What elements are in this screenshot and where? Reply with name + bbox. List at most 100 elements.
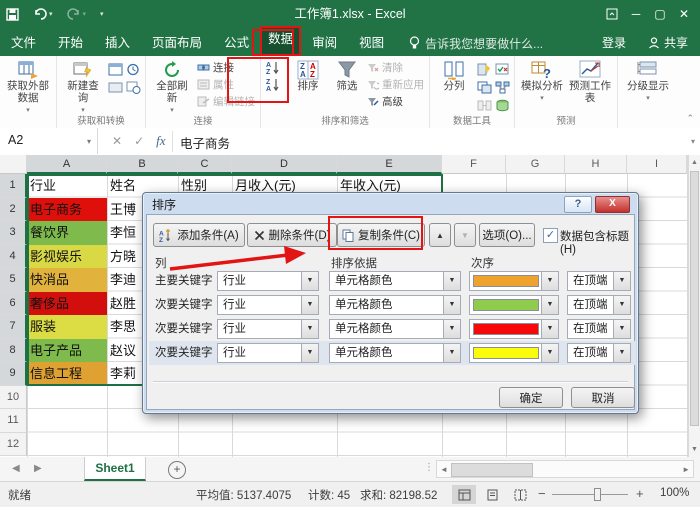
confirm-entry-icon[interactable]: ✓ bbox=[134, 134, 144, 148]
dialog-close-button[interactable]: X bbox=[595, 196, 630, 213]
cell-A5[interactable]: 快消品 bbox=[27, 268, 107, 292]
dialog-help-button[interactable]: ? bbox=[564, 196, 592, 213]
share-button[interactable]: 共享 bbox=[636, 30, 700, 56]
sort-on-combo[interactable]: 单元格颜色 ▼ bbox=[329, 343, 461, 363]
recent-sources-icon[interactable] bbox=[126, 63, 141, 76]
insert-function-icon[interactable]: fx bbox=[156, 133, 165, 149]
cancel-entry-icon[interactable]: ✕ bbox=[112, 134, 122, 148]
tell-me-box[interactable]: 告诉我您想要做什么... bbox=[409, 30, 543, 56]
what-if-analysis-button[interactable]: ? 模拟分析 ▾ bbox=[518, 58, 566, 107]
column-header-G[interactable]: G bbox=[506, 155, 565, 174]
zoom-out-icon[interactable]: − bbox=[538, 486, 546, 501]
combo-dropdown-icon[interactable]: ▼ bbox=[541, 272, 558, 290]
column-header-I[interactable]: I bbox=[627, 155, 687, 174]
sort-column-combo[interactable]: 行业 ▼ bbox=[217, 343, 319, 363]
cell-A2[interactable]: 电子商务 bbox=[27, 197, 107, 221]
combo-dropdown-icon[interactable]: ▼ bbox=[443, 272, 460, 290]
combo-dropdown-icon[interactable]: ▼ bbox=[541, 320, 558, 338]
query-options-icon[interactable] bbox=[108, 81, 123, 94]
ok-button[interactable]: 确定 bbox=[499, 387, 563, 408]
data-validation-icon[interactable] bbox=[495, 63, 510, 76]
column-header-A[interactable]: A bbox=[27, 155, 107, 174]
scroll-up-icon[interactable]: ▲ bbox=[689, 155, 700, 170]
vertical-scrollbar[interactable]: ▲ ▼ bbox=[688, 155, 700, 457]
delete-level-button[interactable]: 删除条件(D) bbox=[247, 223, 337, 247]
zoom-in-icon[interactable]: + bbox=[636, 486, 644, 501]
cell-A8[interactable]: 电子产品 bbox=[27, 338, 107, 362]
cell-A1[interactable]: 行业 bbox=[27, 174, 107, 198]
copy-level-button[interactable]: 复制条件(C) bbox=[337, 223, 425, 247]
vertical-scrollbar-thumb[interactable] bbox=[690, 171, 699, 426]
sheet-nav-left-icon[interactable]: ◀ bbox=[12, 463, 20, 474]
close-button[interactable]: ✕ bbox=[672, 0, 696, 28]
tab-formulas[interactable]: 公式 bbox=[213, 30, 260, 56]
options-button[interactable]: 选项(O)... bbox=[479, 223, 535, 247]
sort-on-combo[interactable]: 单元格颜色 ▼ bbox=[329, 319, 461, 339]
connections-button[interactable]: 连接 bbox=[195, 59, 257, 76]
column-header-F[interactable]: F bbox=[442, 155, 506, 174]
maximize-button[interactable]: ▢ bbox=[648, 0, 672, 28]
combo-dropdown-icon[interactable]: ▼ bbox=[613, 296, 630, 314]
order-combo[interactable]: 在顶端 ▼ bbox=[567, 271, 631, 291]
combo-dropdown-icon[interactable]: ▼ bbox=[301, 320, 318, 338]
sheet-nav-right-icon[interactable]: ▶ bbox=[34, 463, 42, 474]
remove-duplicates-icon[interactable] bbox=[477, 81, 492, 94]
move-up-button[interactable]: ▲ bbox=[429, 223, 451, 247]
properties-button[interactable]: 属性 bbox=[195, 76, 257, 93]
combo-dropdown-icon[interactable]: ▼ bbox=[613, 272, 630, 290]
sort-column-combo[interactable]: 行业 ▼ bbox=[217, 271, 319, 291]
row-header-10[interactable]: 10 bbox=[0, 385, 27, 409]
column-header-B[interactable]: B bbox=[107, 155, 178, 174]
scroll-right-icon[interactable]: ► bbox=[682, 465, 690, 474]
color-combo[interactable]: ▼ bbox=[469, 271, 559, 291]
row-header-4[interactable]: 4 bbox=[0, 244, 27, 268]
relationships-icon[interactable] bbox=[477, 99, 492, 112]
color-combo[interactable]: ▼ bbox=[469, 295, 559, 315]
row-header-11[interactable]: 11 bbox=[0, 409, 27, 433]
tab-view[interactable]: 视图 bbox=[348, 30, 395, 56]
column-header-D[interactable]: D bbox=[232, 155, 337, 174]
scroll-down-icon[interactable]: ▼ bbox=[689, 442, 700, 457]
combo-dropdown-icon[interactable]: ▼ bbox=[443, 296, 460, 314]
combo-dropdown-icon[interactable]: ▼ bbox=[301, 344, 318, 362]
ribbon-display-options-icon[interactable] bbox=[600, 0, 624, 28]
forecast-sheet-button[interactable]: 预测工作表 bbox=[566, 58, 614, 106]
row-header-1[interactable]: 1 bbox=[0, 174, 27, 198]
name-box-dropdown-icon[interactable]: ▾ bbox=[87, 137, 91, 146]
normal-view-button[interactable] bbox=[452, 485, 476, 504]
order-combo[interactable]: 在顶端 ▼ bbox=[567, 319, 631, 339]
tab-home[interactable]: 开始 bbox=[47, 30, 94, 56]
tab-data[interactable]: 数据 bbox=[260, 26, 302, 56]
column-header-E[interactable]: E bbox=[337, 155, 442, 174]
outline-button[interactable]: 分级显示 ▾ bbox=[621, 58, 675, 107]
new-query-button[interactable]: 新建查询 ▾ bbox=[60, 58, 106, 119]
new-sheet-button[interactable]: + bbox=[168, 461, 186, 479]
from-table-icon[interactable] bbox=[108, 63, 123, 76]
combo-dropdown-icon[interactable]: ▼ bbox=[541, 296, 558, 314]
color-combo[interactable]: ▼ bbox=[469, 319, 559, 339]
page-layout-view-button[interactable] bbox=[480, 485, 504, 504]
tab-insert[interactable]: 插入 bbox=[94, 30, 141, 56]
sort-ascending-button[interactable]: AZ bbox=[265, 59, 287, 76]
reapply-filter-button[interactable]: 重新应用 bbox=[365, 76, 426, 93]
combo-dropdown-icon[interactable]: ▼ bbox=[301, 272, 318, 290]
data-model-icon[interactable] bbox=[495, 99, 510, 112]
zoom-level[interactable]: 100% bbox=[660, 487, 689, 499]
row-header-9[interactable]: 9 bbox=[0, 362, 27, 386]
order-combo[interactable]: 在顶端 ▼ bbox=[567, 343, 631, 363]
row-header-7[interactable]: 7 bbox=[0, 315, 27, 339]
filter-button[interactable]: 筛选 bbox=[329, 58, 365, 94]
minimize-button[interactable]: ─ bbox=[624, 0, 648, 28]
combo-dropdown-icon[interactable]: ▼ bbox=[443, 320, 460, 338]
zoom-slider-track[interactable] bbox=[552, 494, 628, 495]
flash-fill-icon[interactable] bbox=[477, 63, 492, 76]
tab-file[interactable]: 文件 bbox=[0, 30, 47, 56]
my-data-has-headers-checkbox[interactable]: ✓ bbox=[543, 228, 558, 243]
add-level-button[interactable]: AZ 添加条件(A) bbox=[153, 223, 245, 247]
edit-links-button[interactable]: 编辑链接 bbox=[195, 93, 257, 110]
cell-A6[interactable]: 奢侈品 bbox=[27, 291, 107, 315]
row-header-2[interactable]: 2 bbox=[0, 197, 27, 221]
tab-review[interactable]: 审阅 bbox=[301, 30, 348, 56]
refresh-all-button[interactable]: 全部刷新 ▾ bbox=[149, 58, 195, 119]
sort-column-combo[interactable]: 行业 ▼ bbox=[217, 295, 319, 315]
